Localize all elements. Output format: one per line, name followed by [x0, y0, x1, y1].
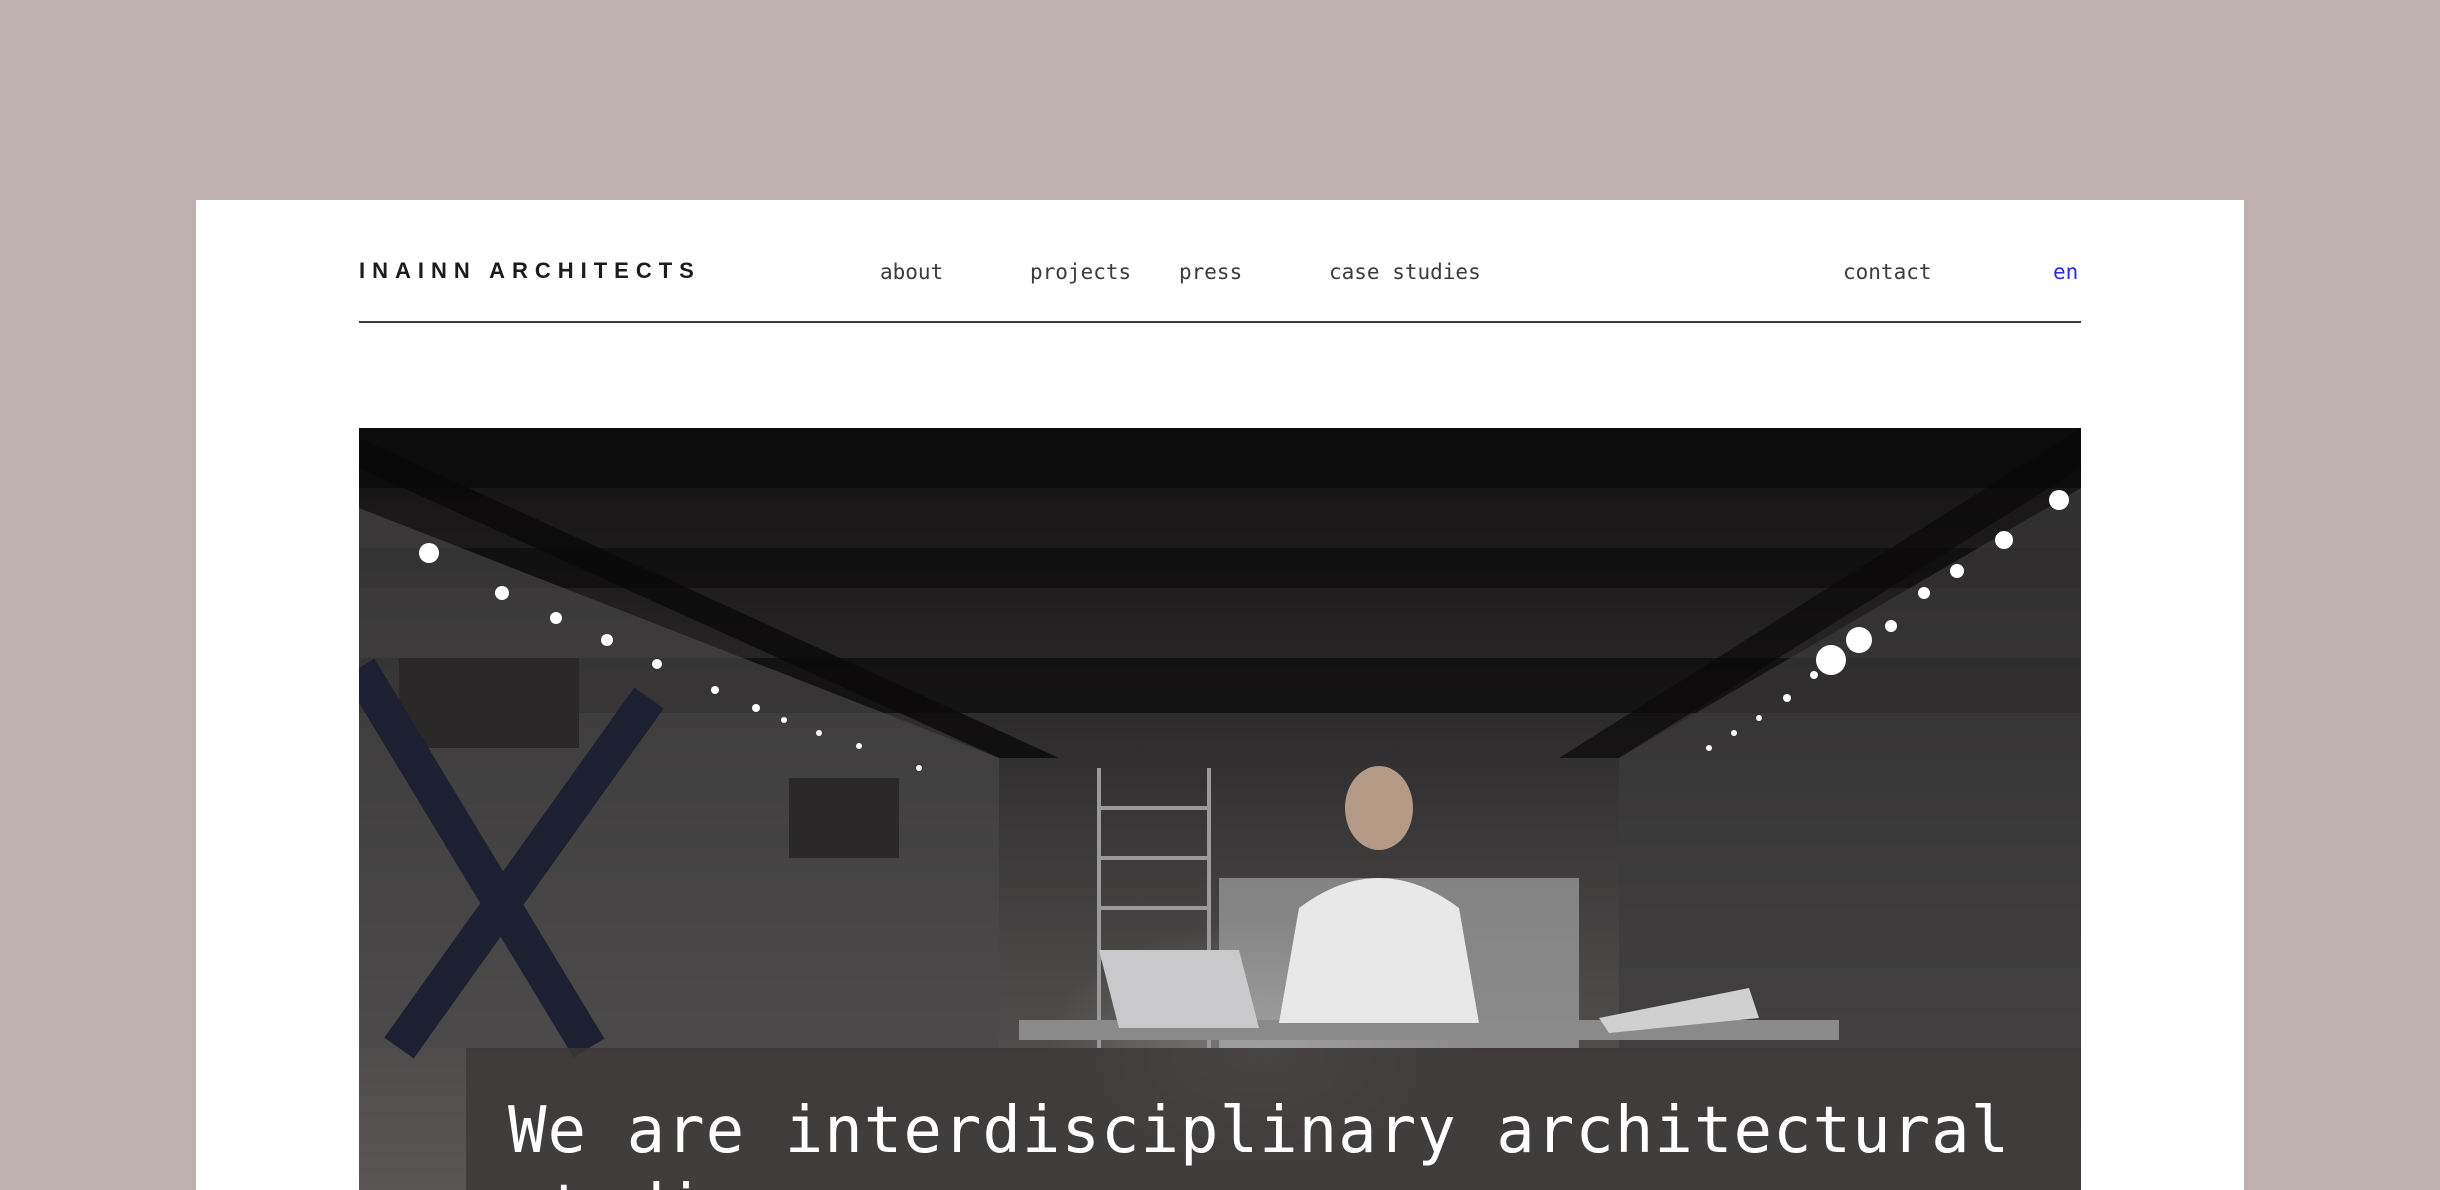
nav-link-case-studies[interactable]: case studies [1329, 260, 1481, 284]
hero-caption: We are interdisciplinary architectural s… [508, 1094, 2011, 1190]
nav-link-press[interactable]: press [1179, 260, 1242, 284]
language-switch[interactable]: en [2053, 260, 2078, 284]
site-logo[interactable]: INAINN ARCHITECTS [359, 258, 701, 284]
nav-link-contact[interactable]: contact [1843, 260, 1932, 284]
hero-video[interactable]: We are interdisciplinary architectural s… [359, 428, 2081, 1190]
nav-link-about[interactable]: about [880, 260, 943, 284]
page-card: INAINN ARCHITECTS about projects press c… [196, 200, 2244, 1190]
hero-caption-panel: We are interdisciplinary architectural s… [466, 1048, 2081, 1190]
site-header: INAINN ARCHITECTS about projects press c… [359, 200, 2081, 323]
nav-link-projects[interactable]: projects [1030, 260, 1131, 284]
